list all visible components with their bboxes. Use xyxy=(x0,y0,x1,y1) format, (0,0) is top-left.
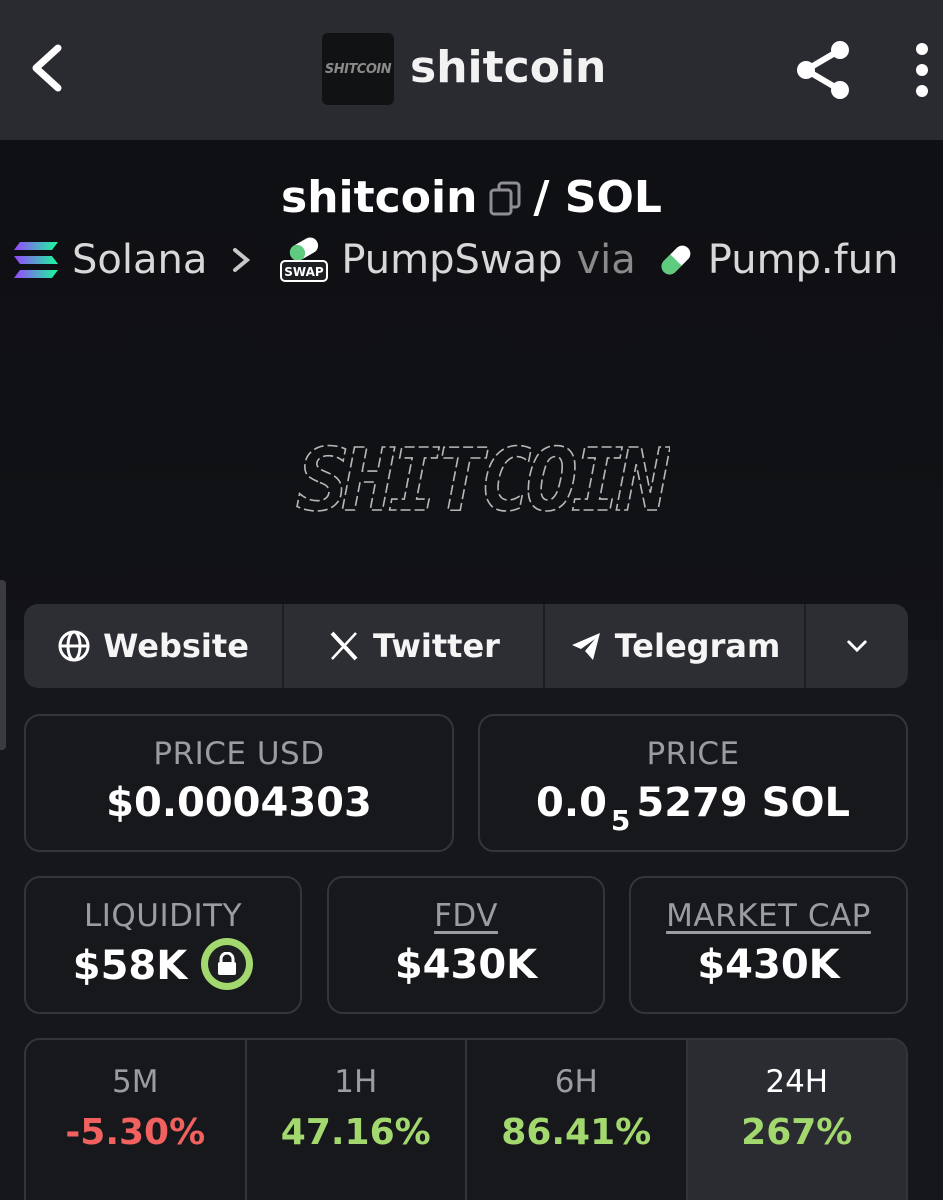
solana-icon xyxy=(14,242,58,278)
change-tab-24h[interactable]: 24H 267% xyxy=(687,1040,906,1200)
website-label: Website xyxy=(103,627,249,665)
globe-icon xyxy=(58,630,90,662)
scroll-indicator[interactable] xyxy=(0,580,6,750)
change-value: 47.16% xyxy=(280,1112,431,1153)
price-native-suffix: 5279 SOL xyxy=(636,780,850,826)
chain-network[interactable]: Solana xyxy=(72,237,207,283)
token-logo: SHITCOIN xyxy=(322,33,394,105)
pair-base: shitcoin xyxy=(281,172,478,223)
price-native-label: PRICE xyxy=(646,736,740,772)
change-tab-5m[interactable]: 5M -5.30% xyxy=(26,1040,247,1200)
change-tab-6h[interactable]: 6H 86.41% xyxy=(467,1040,688,1200)
chain-dex[interactable]: PumpSwap xyxy=(341,237,562,283)
back-arrow-icon[interactable] xyxy=(22,40,78,96)
chevron-down-icon xyxy=(847,640,867,653)
share-icon[interactable] xyxy=(792,38,856,102)
chain-breadcrumb: Solana SWAP PumpSwap via Pump.fun xyxy=(12,232,898,288)
lock-icon xyxy=(218,952,237,975)
fdv-value: $430K xyxy=(394,942,538,988)
change-period: 5M xyxy=(112,1064,159,1100)
pumpfun-pill-icon xyxy=(661,245,691,275)
market-cap-card: MARKET CAP $430K xyxy=(629,876,908,1014)
page-title: shitcoin xyxy=(410,42,607,93)
chain-launchpad[interactable]: Pump.fun xyxy=(708,237,899,283)
top-bar: SHITCOIN shitcoin xyxy=(0,0,943,140)
token-banner-logo: SHITCOIN xyxy=(296,430,670,528)
change-value: -5.30% xyxy=(65,1112,206,1153)
price-usd-value: $0.0004303 xyxy=(106,780,372,826)
pair-quote: / SOL xyxy=(533,172,662,223)
liquidity-card: LIQUIDITY $58K xyxy=(24,876,302,1014)
price-usd-label: PRICE USD xyxy=(153,736,325,772)
chain-via: via xyxy=(576,237,636,283)
price-usd-card: PRICE USD $0.0004303 xyxy=(24,714,454,852)
liquidity-value-row: $58K xyxy=(26,938,300,994)
liquidity-label: LIQUIDITY xyxy=(83,898,243,934)
change-value: 86.41% xyxy=(501,1112,652,1153)
token-logo-text: SHITCOIN xyxy=(324,61,392,77)
telegram-label: Telegram xyxy=(614,627,781,665)
chevron-right-icon xyxy=(233,248,251,272)
telegram-icon xyxy=(571,633,600,660)
price-native-prefix: 0.0 xyxy=(536,780,607,826)
x-logo-icon xyxy=(330,631,358,661)
change-period: 6H xyxy=(554,1064,598,1100)
website-button[interactable]: Website xyxy=(24,604,284,688)
twitter-label: Twitter xyxy=(373,627,500,665)
change-value: 267% xyxy=(741,1112,853,1153)
change-period: 24H xyxy=(765,1064,829,1100)
social-links: Website Twitter Telegram xyxy=(24,604,908,688)
market-cap-label[interactable]: MARKET CAP xyxy=(631,898,906,934)
price-native-zero-count: 5 xyxy=(610,804,631,837)
price-change-tabs: 5M -5.30% 1H 47.16% 6H 86.41% 24H 267% xyxy=(24,1038,908,1200)
fdv-label[interactable]: FDV xyxy=(329,898,603,934)
market-cap-value: $430K xyxy=(697,942,840,988)
banner-logo-text: SHITCOIN xyxy=(297,431,670,528)
telegram-button[interactable]: Telegram xyxy=(545,604,806,688)
liquidity-value: $58K xyxy=(72,943,188,989)
change-tab-1h[interactable]: 1H 47.16% xyxy=(247,1040,467,1200)
more-options-icon[interactable] xyxy=(902,40,942,100)
pumpswap-icon: SWAP xyxy=(280,237,329,282)
liquidity-lock-badge[interactable] xyxy=(201,938,254,990)
price-native-value: 0.0 5 5279 SOL xyxy=(480,780,906,837)
more-links-dropdown[interactable] xyxy=(806,604,908,688)
price-native-card: PRICE 0.0 5 5279 SOL xyxy=(478,714,908,852)
change-period: 1H xyxy=(334,1064,378,1100)
swap-badge-text: SWAP xyxy=(285,265,325,279)
copy-icon[interactable] xyxy=(487,180,523,216)
fdv-card: FDV $430K xyxy=(327,876,605,1014)
pair-heading: shitcoin / SOL xyxy=(0,172,943,223)
twitter-button[interactable]: Twitter xyxy=(284,604,545,688)
